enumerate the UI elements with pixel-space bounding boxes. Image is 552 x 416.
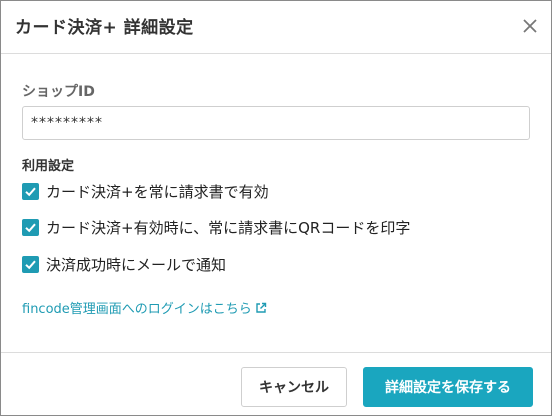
settings-dialog: カード決済+ 詳細設定 ショップID 利用設定 カード決済+を常に請求書で有効 … — [0, 0, 552, 416]
external-link-icon — [255, 302, 267, 314]
dialog-footer: キャンセル 詳細設定を保存する — [1, 352, 551, 416]
cancel-button[interactable]: キャンセル — [241, 367, 347, 407]
option-email-notify[interactable]: 決済成功時にメールで通知 — [22, 253, 226, 275]
check-icon — [25, 223, 36, 232]
checkbox-email-notify[interactable] — [22, 255, 39, 273]
shop-id-label: ショップID — [22, 84, 95, 100]
usage-settings-label: 利用設定 — [22, 159, 75, 174]
check-icon — [25, 187, 36, 196]
fincode-login-link[interactable]: fincode管理画面へのログインはこちら — [22, 298, 267, 317]
option-label: 決済成功時にメールで通知 — [46, 255, 227, 274]
dialog-header: カード決済+ 詳細設定 — [1, 1, 551, 54]
shop-id-input[interactable] — [22, 106, 530, 140]
dialog-title: カード決済+ 詳細設定 — [15, 18, 194, 38]
link-text: fincode管理画面へのログインはこちら — [22, 302, 252, 317]
checkbox-qr-print[interactable] — [22, 218, 39, 236]
check-icon — [25, 260, 36, 269]
checkbox-card-invoice[interactable] — [22, 182, 39, 200]
save-settings-button[interactable]: 詳細設定を保存する — [363, 367, 533, 407]
option-qr-print[interactable]: カード決済+有効時に、常に請求書にQRコードを印字 — [22, 216, 410, 238]
option-label: カード決済+を常に請求書で有効 — [46, 182, 269, 201]
close-icon — [523, 19, 537, 33]
option-label: カード決済+有効時に、常に請求書にQRコードを印字 — [46, 218, 411, 237]
close-button[interactable] — [519, 15, 541, 37]
option-card-invoice[interactable]: カード決済+を常に請求書で有効 — [22, 180, 269, 202]
